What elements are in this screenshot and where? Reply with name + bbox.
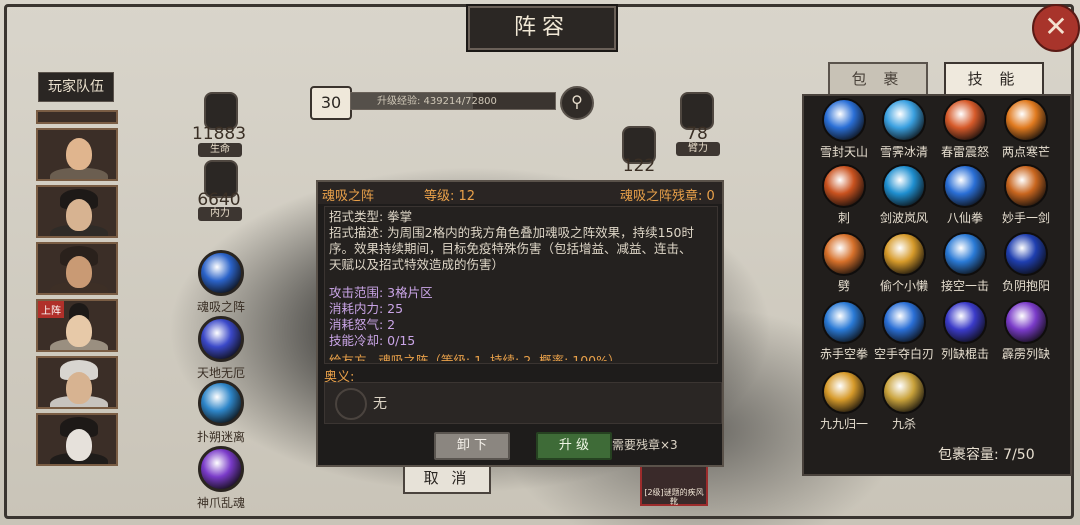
skill-grid-item[interactable]: 负阴抱阳 [996,232,1056,296]
ultimate-slot-icon [335,388,367,420]
skill-orb-icon [822,232,866,276]
unequip-button[interactable]: 卸 下 [434,432,510,460]
type-line: 招式类型: 拳掌 [329,209,413,224]
level-badge: 30 [310,86,352,120]
mp-cost-line: 消耗内力: 25 [329,301,404,316]
skill-orb-icon [822,98,866,142]
skill-grid-item[interactable]: 九杀 [874,370,934,434]
team-portrait[interactable] [36,413,118,466]
desc-line-3: 天赋以及招式特效造成的伤害） [329,257,505,272]
cut-off-line: 给友方...魂吸之阵（等级: 1, 持续: 2, 概率: 100%） [329,353,621,361]
skill-grid-item[interactable]: 两点寒芒 [996,98,1056,162]
team-label: 玩家队伍 [38,72,114,102]
skill-grid-item[interactable]: 雪霁冰清 [874,98,934,162]
equipped-skill-3-label: 扑朔迷离 [196,430,245,444]
equipped-skill-4[interactable] [198,446,244,492]
body-value: 122 [622,156,656,176]
skill-grid-item[interactable]: 雪封天山 [814,98,874,162]
skill-grid-item[interactable]: 八仙拳 [935,164,995,228]
item-card[interactable]: [2级]谜题的疾风靴 [640,462,708,506]
skill-grid-item[interactable]: 妙手一剑 [996,164,1056,228]
ultimate-box: 无 [324,382,722,424]
tooltip-shards: 魂吸之阵残章: 0 [620,189,715,204]
skill-grid-item[interactable]: 列缺棍击 [935,300,995,364]
page-title: 阵容 [468,6,616,50]
skill-orb-icon [882,164,926,208]
skill-grid-item[interactable]: 剑波岚风 [874,164,934,228]
skill-grid-item-label: 妙手一剑 [1001,211,1050,225]
skill-grid-item[interactable]: 春雷震怒 [935,98,995,162]
skill-orb-icon [822,164,866,208]
skill-orb-icon [822,300,866,344]
skill-grid-item[interactable]: 劈 [814,232,874,296]
search-icon[interactable]: ⚲ [560,86,594,120]
skill-tooltip: 魂吸之阵 等级: 12 魂吸之阵残章: 0 招式类型: 拳掌 招式描述: 为周围… [316,180,724,467]
arm-label: 臂力 [676,142,720,156]
team-portrait[interactable] [36,242,118,295]
skill-orb-icon [1004,232,1048,276]
skill-orb-icon [1004,98,1048,142]
arm-value: 78 [686,124,708,144]
skill-orb-icon [943,98,987,142]
skill-grid-item[interactable]: 接空一击 [935,232,995,296]
upgrade-requirement: 需要残章×3 [612,438,678,452]
skill-grid-item-label: 负阴抱阳 [1001,279,1050,293]
skill-grid-item[interactable]: 九九归一 [814,370,874,434]
skill-orb-icon [943,232,987,276]
cooldown-line: 技能冷却: 0/15 [329,333,416,348]
team-portrait[interactable] [36,128,118,181]
team-portrait[interactable] [36,185,118,238]
skill-orb-icon [1004,300,1048,344]
close-icon[interactable]: ✕ [1032,4,1080,52]
exp-label: 升级经验: 439214/72800 [377,96,497,107]
desc-line-1: 招式描述: 为周围2格内的我方角色叠加魂吸之阵效果，持续150时 [329,225,694,240]
skill-orb-icon [882,300,926,344]
item-card-label: [2级]谜题的疾风靴 [644,488,704,506]
hp-label: 生命 [198,143,242,157]
equipped-skill-3[interactable] [198,380,244,426]
tooltip-skill-name: 魂吸之阵 [322,189,375,204]
team-portrait[interactable] [36,356,118,409]
team-portrait-active[interactable]: 上阵 [36,299,118,352]
range-line: 攻击范围: 3格片区 [329,285,433,300]
skill-grid-item[interactable]: 刺 [814,164,874,228]
skill-grid-item-label: 两点寒芒 [1001,145,1050,159]
equipped-skill-4-label: 神爪乱魂 [196,496,245,510]
skill-orb-icon [943,164,987,208]
skill-orb-icon [1004,164,1048,208]
team-portrait-partial[interactable] [36,110,118,124]
tooltip-level: 等级: 12 [424,189,476,204]
skill-grid-item-label: 九杀 [891,417,916,431]
bag-capacity: 包裹容量: 7/50 [938,447,1035,463]
ultimate-value: 无 [373,396,387,412]
skill-orb-icon [882,98,926,142]
skill-grid-item[interactable]: 霹雳列缺 [996,300,1056,364]
skill-orb-icon [882,370,926,414]
tab-skill[interactable]: 技 能 [944,62,1044,96]
hp-value: 11883 [191,124,247,144]
skill-grid-item-label: 霹雳列缺 [1001,347,1050,361]
equipped-skill-1[interactable] [198,250,244,296]
desc-line-2: 序。效果持续期间，目标免疫特殊伤害（包括增益、减益、连击、 [329,241,692,256]
skill-orb-icon [882,232,926,276]
equipped-skill-1-label: 魂吸之阵 [196,300,245,314]
equipped-skill-2-label: 天地无厄 [196,366,245,380]
tooltip-body: 招式类型: 拳掌 招式描述: 为周围2格内的我方角色叠加魂吸之阵效果，持续150… [324,206,718,364]
skill-orb-icon [822,370,866,414]
skill-orb-icon [943,300,987,344]
mp-label: 内力 [198,207,242,221]
exp-bar: 升级经验: 439214/72800 [350,92,556,110]
skill-grid-item[interactable]: 空手夺白刃 [874,300,934,364]
equipped-skill-2[interactable] [198,316,244,362]
skill-grid-item[interactable]: 偷个小懒 [874,232,934,296]
tab-bag[interactable]: 包 裹 [828,62,928,96]
rage-cost-line: 消耗怒气: 2 [329,317,396,332]
upgrade-button[interactable]: 升 级 [536,432,612,460]
on-team-badge: 上阵 [38,301,64,318]
skill-grid-item[interactable]: 赤手空拳 [814,300,874,364]
tooltip-header: 魂吸之阵 等级: 12 魂吸之阵残章: 0 [318,182,722,204]
